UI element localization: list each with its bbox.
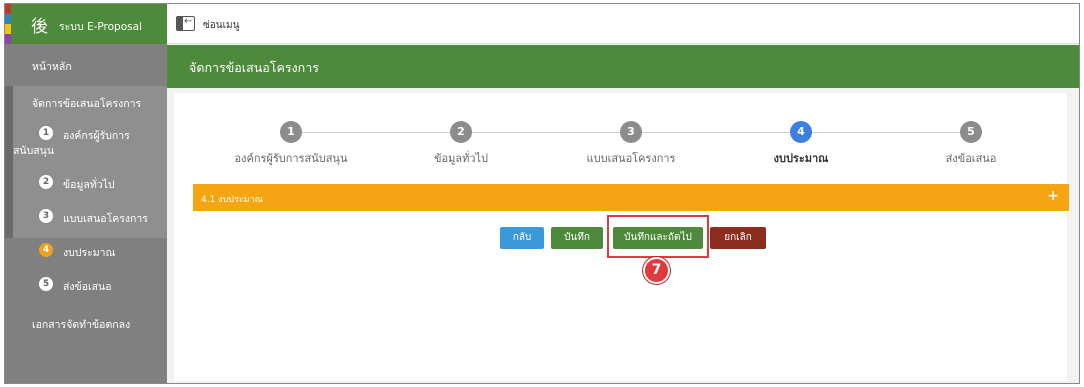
stepper-connector [302, 132, 450, 133]
step-number-icon: 1 [39, 126, 53, 140]
step-number-icon: 4 [39, 243, 53, 257]
step-number-icon: 3 [39, 209, 53, 223]
brand-color-stripes [5, 4, 11, 44]
sidebar-item-label: แบบเสนอโครงการ [63, 213, 148, 225]
expand-plus-icon[interactable]: + [1047, 188, 1059, 204]
step-5-label: ส่งข้อเสนอ [945, 152, 997, 165]
sidebar-item-label: หน้าหลัก [32, 61, 72, 73]
sidebar-item-label: จัดการข้อเสนอโครงการ [32, 98, 142, 110]
app-logo-icon: 後 [31, 17, 48, 37]
sidebar-item-label: งบประมาณ [63, 247, 116, 259]
step-2-label: ข้อมูลทั่วไป [433, 152, 489, 165]
sidebar: 後 ระบบ E-Proposal หน้าหลัก จัดการข้อเสนอ… [5, 4, 167, 383]
sidebar-item-label: เอกสารจัดทำข้อตกลง [32, 319, 131, 331]
highlight-box [607, 215, 709, 258]
sidebar-item-organization[interactable]: 1 องค์กรผู้รับการ สนับสนุน [5, 122, 167, 157]
stepper-connector [642, 132, 790, 133]
step-3-circle[interactable]: 3 [620, 121, 642, 143]
sidebar-item-general-info[interactable]: 2 ข้อมูลทั่วไป [5, 172, 167, 194]
sidebar-item-label-cont: สนับสนุน [13, 145, 55, 157]
stepper-connector [812, 132, 968, 133]
step-2-circle[interactable]: 2 [450, 121, 472, 143]
page-header: จัดการข้อเสนอโครงการ [167, 45, 1079, 88]
step-1-label: องค์กรผู้รับการสนับสนุน [234, 152, 348, 165]
step-5-circle[interactable]: 5 [960, 121, 982, 143]
sidebar-toggle-icon[interactable]: ← [176, 16, 195, 31]
sidebar-item-proposal-form[interactable]: 3 แบบเสนอโครงการ [5, 206, 167, 228]
step-4-label: งบประมาณ [773, 152, 829, 165]
sidebar-item-label: ข้อมูลทั่วไป [63, 179, 115, 191]
save-button[interactable]: บันทึก [551, 227, 603, 249]
sidebar-item-label: องค์กรผู้รับการ [63, 130, 130, 142]
sidebar-item-submit[interactable]: 5 ส่งข้อเสนอ [5, 274, 167, 296]
topbar: ← ซ่อนเมนู [167, 4, 1079, 44]
section-title: 4.1 งบประมาณ [201, 195, 263, 205]
cancel-button[interactable]: ยกเลิก [710, 227, 766, 249]
step-number-icon: 5 [39, 277, 53, 291]
back-button[interactable]: กลับ [500, 227, 544, 249]
app-name: ระบบ E-Proposal [59, 21, 142, 33]
brand-header[interactable]: 後 ระบบ E-Proposal [5, 4, 167, 44]
step-3-label: แบบเสนอโครงการ [586, 152, 676, 165]
step-number-icon: 2 [39, 175, 53, 189]
hide-menu-label[interactable]: ซ่อนเมนู [203, 18, 239, 33]
stepper-connector [472, 132, 620, 133]
sidebar-item-manage-proposal[interactable]: จัดการข้อเสนอโครงการ [5, 90, 167, 112]
step-4-circle[interactable]: 4 [790, 121, 812, 143]
step-1-circle[interactable]: 1 [280, 121, 302, 143]
sidebar-item-label: ส่งข้อเสนอ [63, 281, 112, 293]
page-title: จัดการข้อเสนอโครงการ [189, 60, 319, 75]
sidebar-item-agreement-docs[interactable]: เอกสารจัดทำข้อตกลง [5, 312, 167, 334]
budget-section-accordion[interactable]: 4.1 งบประมาณ + [193, 184, 1069, 211]
step-marker-badge: 7 [643, 257, 670, 284]
sidebar-item-budget[interactable]: 4 งบประมาณ [5, 240, 167, 262]
sidebar-item-home[interactable]: หน้าหลัก [5, 52, 167, 78]
